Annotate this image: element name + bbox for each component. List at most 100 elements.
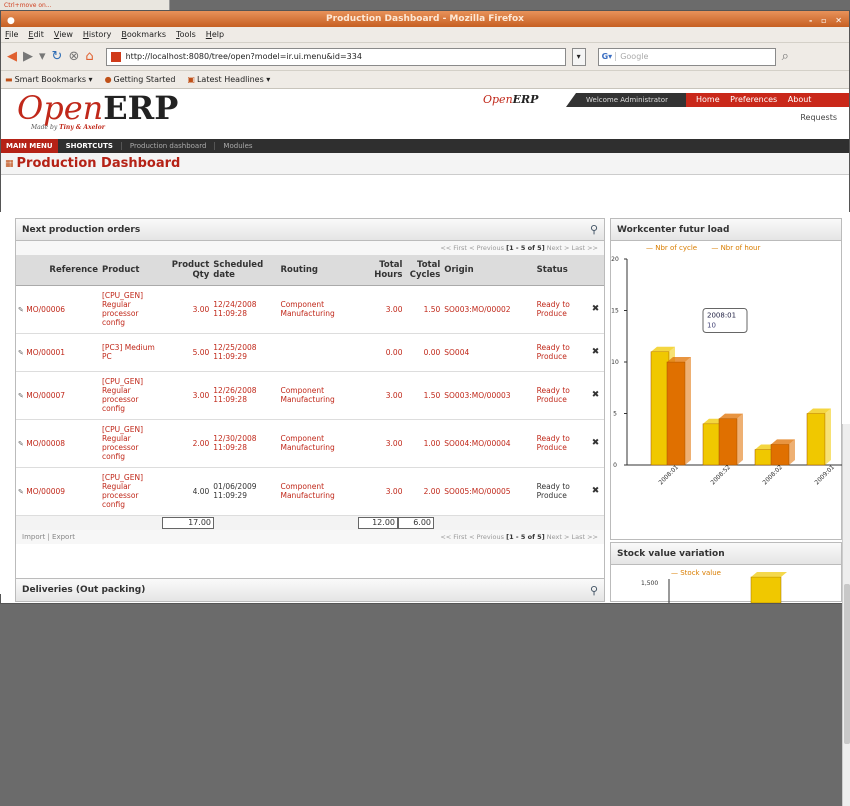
forward-arrow-icon[interactable]: ▶ [23, 49, 33, 64]
table-row[interactable]: ✎ MO/00007 [CPU_GEN] Regular processor c… [16, 371, 604, 420]
shortcut-production-dashboard[interactable]: Production dashboard [120, 142, 215, 150]
delete-icon[interactable]: ✖ [587, 467, 604, 516]
shortcut-modules[interactable]: Modules [214, 142, 260, 150]
row-ref-cell[interactable]: ✎ MO/00007 [16, 371, 100, 420]
home-link[interactable]: Home [696, 95, 720, 104]
edit-pencil-icon[interactable]: ✎ [18, 349, 24, 357]
page-scrollbar[interactable] [842, 424, 850, 806]
requests-link[interactable]: Requests [800, 113, 837, 122]
edit-pencil-icon[interactable]: ✎ [18, 440, 24, 448]
zoom-search-icon[interactable]: ⚲ [590, 223, 598, 236]
scrollbar-thumb[interactable] [844, 584, 850, 744]
bookmark-latest-headlines[interactable]: ▣ Latest Headlines ▾ [187, 75, 270, 84]
row-date: 01/06/2009 11:09:29 [211, 467, 279, 516]
main-nav-bar: MAIN MENU SHORTCUTS Production dashboard… [1, 139, 849, 153]
col-routing[interactable]: Routing [278, 255, 363, 286]
pager-next[interactable]: Next > [547, 244, 570, 252]
orders-table: Reference Product Product Qty Scheduled … [16, 255, 604, 516]
orders-pager: << First < Previous [1 - 5 of 5] Next > … [16, 241, 604, 255]
footer-pager-last[interactable]: Last >> [572, 533, 599, 541]
col-reference[interactable]: Reference [16, 255, 100, 286]
small-openerp-logo: OpenERP [483, 93, 538, 106]
total-hours: 12.00 [358, 516, 398, 529]
edit-pencil-icon[interactable]: ✎ [18, 488, 24, 496]
footer-pager-first[interactable]: << First [440, 533, 467, 541]
col-total-hours[interactable]: Total Hours [362, 255, 405, 286]
delete-icon[interactable]: ✖ [587, 371, 604, 420]
row-ref[interactable]: MO/00009 [26, 487, 65, 496]
history-dropdown-icon[interactable]: ▾ [39, 49, 46, 64]
main-menu-button[interactable]: MAIN MENU [1, 139, 58, 153]
table-row[interactable]: ✎ MO/00001 [PC3] Medium PC 5.00 12/25/20… [16, 333, 604, 372]
rss-icon: ▣ [187, 75, 195, 84]
pager-last[interactable]: Last >> [572, 244, 599, 252]
col-actions [587, 255, 604, 286]
row-routing: Component Manufacturing [278, 419, 363, 468]
firefox-bookmark-icon: ● [104, 75, 112, 84]
footer-pager-prev[interactable]: < Previous [469, 533, 504, 541]
col-status[interactable]: Status [534, 255, 588, 286]
bookmark-smart[interactable]: ▬ Smart Bookmarks ▾ [5, 75, 93, 84]
x-tick-label: 2008:01 [657, 464, 680, 487]
delete-icon[interactable]: ✖ [587, 285, 604, 334]
menu-tools[interactable]: Tools [176, 30, 196, 39]
footer-pager-next[interactable]: Next > [547, 533, 570, 541]
menu-history[interactable]: History [83, 30, 111, 39]
table-row[interactable]: ✎ MO/00006 [CPU_GEN] Regular processor c… [16, 285, 604, 334]
logo-open-text: Open [17, 89, 104, 127]
col-product-qty[interactable]: Product Qty [165, 255, 212, 286]
row-ref-cell[interactable]: ✎ MO/00006 [16, 285, 100, 334]
col-product[interactable]: Product [100, 255, 166, 286]
edit-pencil-icon[interactable]: ✎ [18, 306, 24, 314]
table-row[interactable]: ✎ MO/00009 [CPU_GEN] Regular processor c… [16, 467, 604, 516]
delete-icon[interactable]: ✖ [587, 419, 604, 468]
legend-cycle-label: Nbr of cycle [655, 244, 698, 252]
row-ref-cell[interactable]: ✎ MO/00009 [16, 467, 100, 516]
col-scheduled-date[interactable]: Scheduled date [211, 255, 279, 286]
reload-icon[interactable]: ↻ [52, 49, 63, 64]
col-total-cycles[interactable]: Total Cycles [404, 255, 443, 286]
site-favicon-icon [110, 51, 121, 62]
table-row[interactable]: ✎ MO/00008 [CPU_GEN] Regular processor c… [16, 419, 604, 468]
edit-pencil-icon[interactable]: ✎ [18, 392, 24, 400]
tooltip-value: 10 [707, 322, 716, 330]
search-box[interactable]: G▾ Google [597, 47, 776, 66]
menu-edit[interactable]: Edit [28, 30, 44, 39]
deliveries-zoom-icon[interactable]: ⚲ [590, 584, 598, 597]
stock-panel-title: Stock value variation [617, 548, 725, 559]
delete-icon[interactable]: ✖ [587, 333, 604, 372]
openerp-logo[interactable]: OpenERP [17, 91, 178, 125]
window-controls[interactable]: - ▫ ✕ [809, 13, 845, 29]
row-ref[interactable]: MO/00008 [26, 439, 65, 448]
import-export-link[interactable]: Import | Export [22, 530, 75, 544]
stop-icon[interactable]: ⊗ [68, 49, 79, 64]
row-ref[interactable]: MO/00007 [26, 391, 65, 400]
menu-help[interactable]: Help [206, 30, 224, 39]
shortcuts-label[interactable]: SHORTCUTS [58, 142, 121, 150]
home-icon[interactable]: ⌂ [85, 49, 93, 64]
about-link[interactable]: About [788, 95, 812, 104]
col-origin[interactable]: Origin [442, 255, 535, 286]
row-ref-cell[interactable]: ✎ MO/00001 [16, 333, 100, 372]
row-hours: 0.00 [362, 333, 405, 372]
row-status: Ready to Produce [534, 419, 588, 468]
pager-first[interactable]: << First [440, 244, 467, 252]
menu-file[interactable]: File [5, 30, 18, 39]
menu-bookmarks[interactable]: Bookmarks [121, 30, 166, 39]
row-qty: 3.00 [165, 371, 212, 420]
google-search-engine-icon[interactable]: G▾ [599, 52, 617, 61]
menu-view[interactable]: View [54, 30, 73, 39]
preferences-link[interactable]: Preferences [730, 95, 777, 104]
stock-panel-header: Stock value variation [611, 543, 841, 565]
url-dropdown-icon[interactable]: ▾ [571, 47, 586, 66]
row-ref-cell[interactable]: ✎ MO/00008 [16, 419, 100, 468]
firefox-icon: ● [7, 16, 15, 26]
bookmark-getting-started[interactable]: ● Getting Started [105, 75, 176, 84]
search-magnifier-icon[interactable]: ⌕ [782, 49, 789, 64]
row-ref[interactable]: MO/00001 [26, 348, 65, 357]
pager-prev[interactable]: < Previous [469, 244, 504, 252]
y-tick-label: 5 [613, 411, 617, 418]
back-arrow-icon[interactable]: ◀ [7, 49, 17, 64]
row-ref[interactable]: MO/00006 [26, 305, 65, 314]
url-bar[interactable]: http://localhost:8080/tree/open?model=ir… [105, 47, 566, 66]
